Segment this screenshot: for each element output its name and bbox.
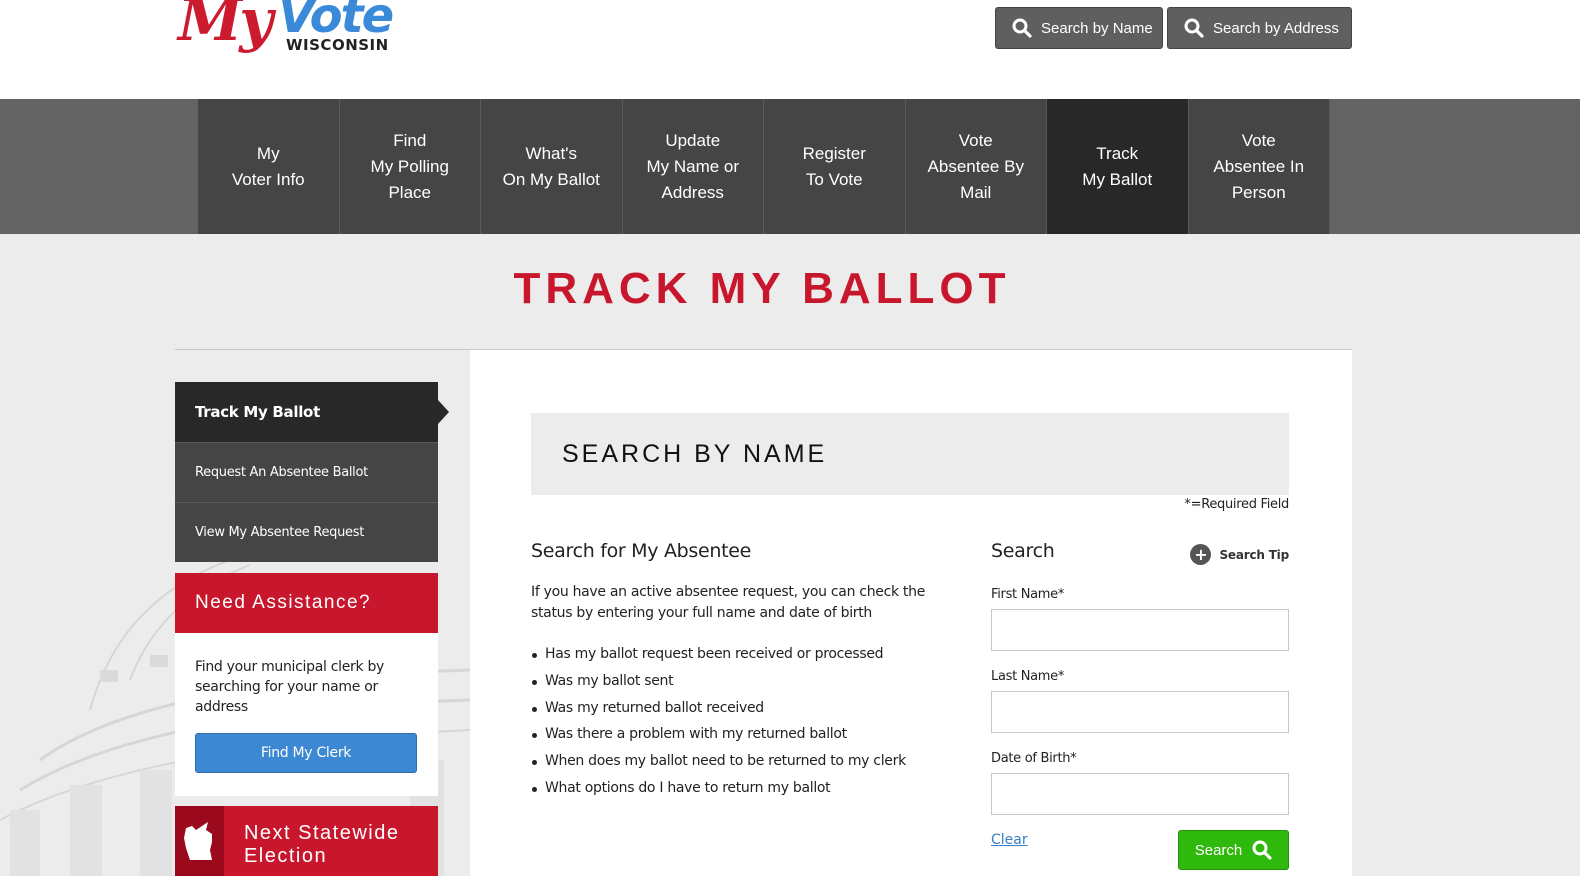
wisconsin-map-icon xyxy=(175,806,224,876)
first-name-field[interactable] xyxy=(991,609,1289,651)
search-by-name-label: Search by Name xyxy=(1041,19,1153,37)
logo-my-text: My xyxy=(178,0,273,54)
required-field-note: *=Required Field xyxy=(1184,497,1289,512)
search-info-column: Search for My Absentee If you have an ac… xyxy=(531,540,931,802)
search-info-list: Has my ballot request been received or p… xyxy=(531,641,931,802)
sidebar-nav: Track My Ballot Request An Absentee Ball… xyxy=(175,382,449,562)
section-title: SEARCH BY NAME xyxy=(562,440,828,468)
myvote-wisconsin-logo[interactable]: My Vote WISCONSIN xyxy=(178,0,398,72)
next-statewide-election-heading: Next Statewide Election xyxy=(243,822,400,867)
main-content-panel: SEARCH BY NAME *=Required Field Search f… xyxy=(470,350,1352,876)
need-assistance-panel: Need Assistance? Find your municipal cle… xyxy=(175,573,438,796)
search-submit-button[interactable]: Search xyxy=(1178,830,1289,870)
search-form: Search + Search Tip First Name* Last Nam… xyxy=(991,540,1289,870)
list-item: Was my ballot sent xyxy=(532,668,931,695)
nav-item-whats-on-my-ballot[interactable]: What's On My Ballot xyxy=(481,99,623,234)
page-title: TRACK MY BALLOT xyxy=(513,264,1011,313)
list-item: What options do I have to return my ball… xyxy=(532,775,931,802)
plus-circle-icon: + xyxy=(1190,544,1212,565)
list-item: Was my returned ballot received xyxy=(532,695,931,722)
last-name-label: Last Name* xyxy=(991,669,1065,684)
search-by-address-label: Search by Address xyxy=(1213,19,1339,37)
find-my-clerk-button[interactable]: Find My Clerk xyxy=(195,733,417,773)
search-by-name-button[interactable]: Search by Name xyxy=(995,7,1163,49)
next-statewide-election-panel[interactable]: Next Statewide Election xyxy=(175,806,438,876)
clear-link[interactable]: Clear xyxy=(991,832,1028,848)
search-icon xyxy=(1184,18,1204,38)
main-nav: My Voter Info Find My Polling Place What… xyxy=(0,99,1580,234)
sidebar-item-view-absentee-request[interactable]: View My Absentee Request xyxy=(175,502,438,562)
search-info-intro: If you have an active absentee request, … xyxy=(531,584,926,621)
nav-item-vote-absentee-by-mail[interactable]: Vote Absentee By Mail xyxy=(905,99,1047,234)
nav-item-register-to-vote[interactable]: Register To Vote xyxy=(764,99,906,234)
logo-state-text: WISCONSIN xyxy=(286,36,389,54)
sidebar-item-track-my-ballot[interactable]: Track My Ballot xyxy=(175,382,449,442)
search-by-name-header: SEARCH BY NAME xyxy=(531,413,1289,495)
list-item: When does my ballot need to be returned … xyxy=(532,748,931,775)
search-icon xyxy=(1252,840,1272,860)
last-name-field[interactable] xyxy=(991,691,1289,733)
site-header: My Vote WISCONSIN Search by Name Search … xyxy=(0,0,1580,99)
need-assistance-heading: Need Assistance? xyxy=(175,573,438,633)
nav-item-find-polling-place[interactable]: Find My Polling Place xyxy=(339,99,481,234)
search-tip-toggle[interactable]: + Search Tip xyxy=(1190,544,1289,565)
nav-item-my-voter-info[interactable]: My Voter Info xyxy=(198,99,340,234)
search-by-address-button[interactable]: Search by Address xyxy=(1167,7,1352,49)
nav-item-track-my-ballot[interactable]: Track My Ballot xyxy=(1047,99,1189,234)
search-info-heading: Search for My Absentee xyxy=(531,540,752,562)
date-of-birth-field[interactable] xyxy=(991,773,1289,815)
nav-item-vote-absentee-in-person[interactable]: Vote Absentee In Person xyxy=(1188,99,1330,234)
nav-item-update-name-address[interactable]: Update My Name or Address xyxy=(622,99,764,234)
date-of-birth-label: Date of Birth* xyxy=(991,751,1077,766)
search-submit-label: Search xyxy=(1194,841,1243,859)
search-tip-label: Search Tip xyxy=(1219,547,1289,562)
first-name-label: First Name* xyxy=(991,587,1065,602)
search-icon xyxy=(1012,18,1032,38)
need-assistance-text: Find your municipal clerk by searching f… xyxy=(195,659,385,715)
list-item: Has my ballot request been received or p… xyxy=(532,641,931,668)
sidebar-item-request-absentee-ballot[interactable]: Request An Absentee Ballot xyxy=(175,442,438,502)
list-item: Was there a problem with my returned bal… xyxy=(532,721,931,748)
